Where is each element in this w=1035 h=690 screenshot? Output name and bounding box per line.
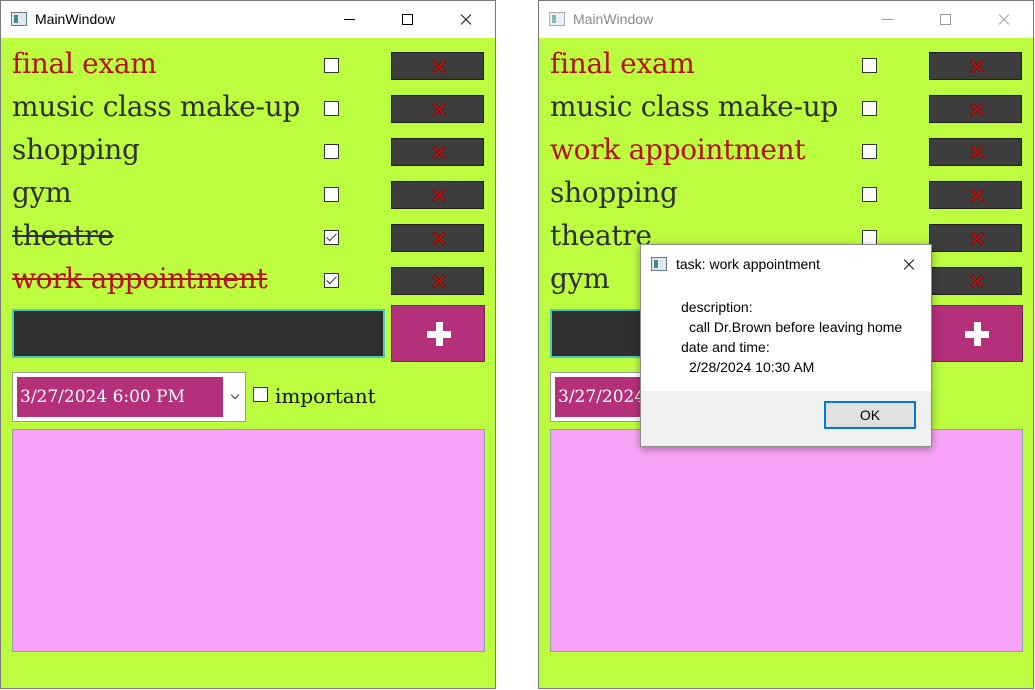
task-done-checkbox[interactable] (862, 144, 877, 159)
task-label: shopping (550, 176, 678, 209)
maximize-button[interactable] (379, 1, 437, 38)
window-title: MainWindow (35, 11, 116, 27)
date-time-value[interactable]: 3/27/2024 6:00 PM (17, 377, 223, 417)
task-row: work appointment (539, 131, 1033, 174)
task-row: gym (1, 174, 495, 217)
red-x-icon (970, 189, 984, 203)
description-textarea[interactable] (12, 429, 485, 652)
task-label: final exam (550, 47, 695, 80)
task-label: shopping (12, 133, 140, 166)
red-x-icon (432, 146, 446, 160)
window-title: MainWindow (573, 11, 654, 27)
add-task-button[interactable] (391, 305, 485, 362)
red-x-icon (432, 275, 446, 289)
add-task-button[interactable] (929, 305, 1023, 362)
delete-task-button[interactable] (391, 138, 484, 166)
task-done-checkbox[interactable] (324, 273, 339, 288)
close-button[interactable] (437, 1, 495, 38)
description-value: call Dr.Brown before leaving home (689, 319, 903, 335)
task-row: final exam (539, 45, 1033, 88)
task-done-checkbox[interactable] (862, 187, 877, 202)
date-time-picker[interactable]: 3/27/2024 6:00 PM (12, 372, 246, 422)
datetime-value: 2/28/2024 10:30 AM (689, 359, 815, 375)
delete-task-button[interactable] (391, 224, 484, 252)
task-label: music class make-up (550, 90, 838, 123)
red-x-icon (432, 60, 446, 74)
task-row: music class make-up (539, 88, 1033, 131)
task-label: gym (550, 262, 610, 295)
description-label: description: (681, 299, 753, 315)
maximize-button[interactable] (917, 1, 975, 38)
task-done-checkbox[interactable] (324, 230, 339, 245)
task-row: work appointment (1, 260, 495, 303)
red-x-icon (970, 232, 984, 246)
important-checkbox[interactable] (253, 387, 268, 402)
close-button[interactable] (975, 1, 1033, 38)
red-x-icon (970, 103, 984, 117)
task-done-checkbox[interactable] (324, 144, 339, 159)
task-row: final exam (1, 45, 495, 88)
title-bar[interactable]: MainWindow (539, 1, 1033, 38)
task-label: music class make-up (12, 90, 300, 123)
delete-task-button[interactable] (929, 181, 1022, 209)
red-x-icon (432, 103, 446, 117)
delete-task-button[interactable] (391, 267, 484, 295)
task-row: shopping (539, 174, 1033, 217)
ok-button[interactable]: OK (824, 401, 916, 429)
task-done-checkbox[interactable] (324, 58, 339, 73)
new-task-input[interactable] (12, 309, 385, 358)
task-row: theatre (1, 217, 495, 260)
app-icon (549, 12, 565, 26)
task-label: work appointment (550, 133, 806, 166)
title-bar[interactable]: MainWindow (1, 1, 495, 38)
red-x-icon (970, 146, 984, 160)
app-icon (651, 257, 667, 271)
task-done-checkbox[interactable] (862, 58, 877, 73)
delete-task-button[interactable] (929, 52, 1022, 80)
task-label: final exam (12, 47, 157, 80)
window-content: final exam music class make-up shopping … (1, 38, 495, 688)
red-x-icon (970, 60, 984, 74)
task-details-dialog: task: work appointment description: call… (640, 244, 932, 447)
delete-task-button[interactable] (929, 267, 1022, 295)
task-label: theatre (12, 219, 114, 252)
task-done-checkbox[interactable] (862, 101, 877, 116)
important-label[interactable]: important (275, 384, 376, 408)
description-textarea[interactable] (550, 429, 1023, 652)
dialog-footer: OK (641, 391, 931, 446)
red-x-icon (970, 275, 984, 289)
task-done-checkbox[interactable] (324, 187, 339, 202)
delete-task-button[interactable] (391, 181, 484, 209)
red-x-icon (432, 232, 446, 246)
main-window-left: MainWindow final exam music class make-u… (0, 0, 496, 689)
chevron-down-icon[interactable] (230, 390, 240, 400)
task-label: work appointment (12, 262, 268, 295)
task-row: shopping (1, 131, 495, 174)
task-label: theatre (550, 219, 652, 252)
task-done-checkbox[interactable] (862, 230, 877, 245)
task-done-checkbox[interactable] (324, 101, 339, 116)
datetime-label: date and time: (681, 339, 770, 355)
delete-task-button[interactable] (391, 52, 484, 80)
task-label: gym (12, 176, 72, 209)
delete-task-button[interactable] (929, 95, 1022, 123)
app-icon (11, 12, 27, 26)
close-icon[interactable] (897, 253, 921, 275)
red-x-icon (432, 189, 446, 203)
dialog-title: task: work appointment (676, 256, 820, 272)
delete-task-button[interactable] (929, 224, 1022, 252)
task-row: music class make-up (1, 88, 495, 131)
delete-task-button[interactable] (391, 95, 484, 123)
minimize-button[interactable] (859, 1, 917, 38)
delete-task-button[interactable] (929, 138, 1022, 166)
minimize-button[interactable] (321, 1, 379, 38)
